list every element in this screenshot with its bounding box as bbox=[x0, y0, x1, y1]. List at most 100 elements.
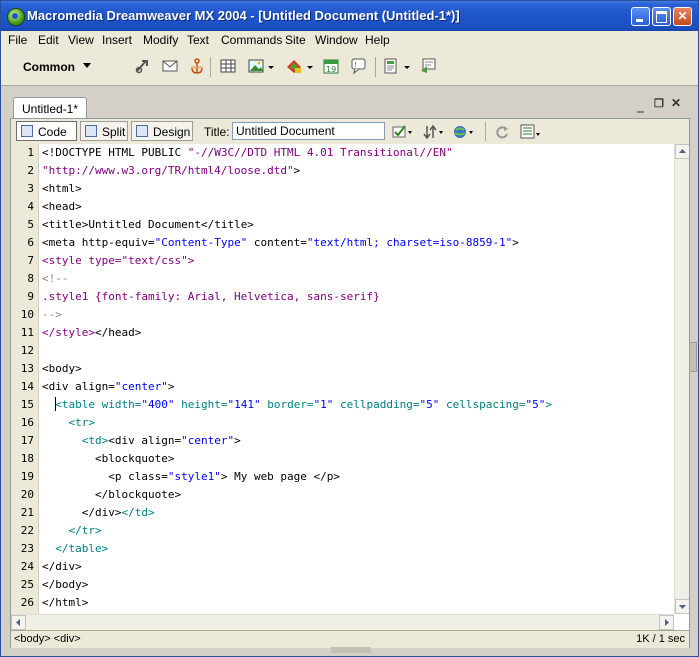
code-line[interactable]: <!-- bbox=[42, 272, 69, 285]
maximize-icon bbox=[656, 11, 667, 23]
dreamweaver-logo-icon bbox=[7, 8, 25, 26]
split-view-button[interactable]: Split bbox=[80, 121, 128, 141]
code-line[interactable]: <!DOCTYPE HTML PUBLIC "-//W3C//DTD HTML … bbox=[42, 146, 453, 159]
code-line[interactable]: </table> bbox=[42, 542, 108, 555]
code-token: > bbox=[234, 434, 241, 447]
refresh-icon[interactable] bbox=[494, 124, 510, 140]
code-line[interactable]: <style type="text/css"> bbox=[42, 254, 194, 267]
menu-site[interactable]: Site bbox=[285, 33, 306, 47]
scroll-down-button[interactable] bbox=[675, 599, 689, 614]
code-line[interactable]: </div> bbox=[42, 560, 82, 573]
code-line[interactable]: <td><div align="center"> bbox=[42, 434, 241, 447]
code-line[interactable]: <head> bbox=[42, 200, 82, 213]
code-token: <div align= bbox=[42, 380, 115, 393]
code-line[interactable]: <meta http-equiv="Content-Type" content=… bbox=[42, 236, 519, 249]
code-line[interactable]: </body> bbox=[42, 578, 88, 591]
doc-close-icon[interactable]: ✕ bbox=[671, 96, 681, 110]
hyperlink-icon[interactable] bbox=[134, 57, 152, 75]
code-token: "http://www.w3.org/TR/html4/loose.dtd" bbox=[42, 164, 294, 177]
code-line[interactable]: "http://www.w3.org/TR/html4/loose.dtd"> bbox=[42, 164, 300, 177]
code-line[interactable]: <html> bbox=[42, 182, 82, 195]
code-token: > bbox=[545, 398, 552, 411]
menu-commands[interactable]: Commands bbox=[221, 33, 282, 47]
minimize-button[interactable] bbox=[631, 7, 650, 26]
close-button[interactable]: ✕ bbox=[673, 7, 692, 26]
code-token: </div> bbox=[42, 506, 122, 519]
line-number: 11 bbox=[20, 326, 34, 339]
chevron-down-icon[interactable] bbox=[403, 57, 411, 75]
code-line[interactable]: </html> bbox=[42, 596, 88, 609]
code-token: > bbox=[187, 254, 195, 267]
code-view-button[interactable]: Code bbox=[16, 121, 77, 141]
design-view-button[interactable]: Design bbox=[131, 121, 193, 141]
code-line[interactable]: <tr> bbox=[42, 416, 95, 429]
menu-help[interactable]: Help bbox=[365, 33, 390, 47]
scroll-left-button[interactable] bbox=[11, 615, 26, 630]
menu-insert[interactable]: Insert bbox=[102, 33, 132, 47]
toolbar-separator bbox=[210, 57, 211, 77]
code-line[interactable]: </tr> bbox=[42, 524, 101, 537]
preview-in-browser-icon[interactable] bbox=[453, 124, 473, 140]
code-line[interactable]: <body> bbox=[42, 362, 82, 375]
menu-text[interactable]: Text bbox=[187, 33, 209, 47]
email-link-icon[interactable] bbox=[161, 57, 179, 75]
split-view-label: Split bbox=[102, 125, 126, 139]
menu-modify[interactable]: Modify bbox=[143, 33, 178, 47]
bottom-panel-grip[interactable] bbox=[331, 647, 371, 653]
panel-splitter-handle[interactable] bbox=[689, 342, 697, 372]
menu-edit[interactable]: Edit bbox=[38, 33, 59, 47]
validate-markup-icon[interactable] bbox=[392, 124, 412, 140]
status-bar: <body> <div> 1K / 1 sec bbox=[11, 630, 689, 648]
title-bar[interactable]: Macromedia Dreamweaver MX 2004 - [Untitl… bbox=[1, 1, 698, 31]
table-icon[interactable] bbox=[219, 57, 237, 75]
document-tab[interactable]: Untitled-1* bbox=[13, 97, 87, 119]
named-anchor-icon[interactable] bbox=[188, 57, 206, 75]
insert-category-dropdown[interactable]: Common bbox=[23, 60, 75, 74]
code-line[interactable]: </blockquote> bbox=[42, 488, 181, 501]
split-view-icon bbox=[85, 125, 97, 137]
horizontal-scrollbar[interactable] bbox=[11, 614, 674, 630]
code-line[interactable]: <title>Untitled Document</title> bbox=[42, 218, 254, 231]
code-line[interactable]: --> bbox=[42, 308, 62, 321]
tag-selector[interactable]: <body> <div> bbox=[14, 633, 81, 645]
doc-minimize-icon[interactable]: ‗ bbox=[637, 99, 644, 113]
line-number: 1 bbox=[27, 146, 34, 159]
line-number: 5 bbox=[27, 218, 34, 231]
menu-window[interactable]: Window bbox=[315, 33, 358, 47]
menu-file[interactable]: File bbox=[8, 33, 27, 47]
code-line[interactable]: .style1 {font-family: Arial, Helvetica, … bbox=[42, 290, 380, 303]
menu-view[interactable]: View bbox=[68, 33, 94, 47]
chevron-down-icon[interactable] bbox=[267, 57, 275, 75]
code-line[interactable]: <div align="center"> bbox=[42, 380, 174, 393]
doc-restore-icon[interactable]: ❐ bbox=[654, 97, 664, 110]
vertical-scrollbar[interactable] bbox=[674, 144, 689, 614]
media-icon[interactable] bbox=[285, 57, 303, 75]
chevron-down-icon[interactable] bbox=[306, 57, 314, 75]
line-number: 8 bbox=[27, 272, 34, 285]
scroll-up-button[interactable] bbox=[675, 144, 689, 159]
chevron-down-icon[interactable] bbox=[83, 63, 91, 68]
comment-icon[interactable]: ! bbox=[350, 57, 368, 75]
code-token: <td> bbox=[42, 434, 109, 447]
code-line[interactable]: <p class="style1"> My web page </p> bbox=[42, 470, 340, 483]
maximize-button[interactable] bbox=[652, 7, 671, 26]
scroll-right-button[interactable] bbox=[659, 615, 674, 630]
document-title-input[interactable] bbox=[232, 122, 385, 140]
code-line[interactable]: </div></td> bbox=[42, 506, 155, 519]
image-icon[interactable] bbox=[247, 57, 265, 75]
code-token: <blockquote> bbox=[42, 452, 175, 465]
code-token: "text/css" bbox=[121, 254, 188, 267]
code-line[interactable]: <table width="400" height="141" border="… bbox=[42, 398, 552, 411]
tag-chooser-icon[interactable] bbox=[419, 57, 437, 75]
file-management-icon[interactable] bbox=[423, 124, 443, 140]
code-line[interactable]: </style></head> bbox=[42, 326, 141, 339]
line-number: 4 bbox=[27, 200, 34, 213]
code-line[interactable]: <blockquote> bbox=[42, 452, 174, 465]
code-token: <meta http-equiv= bbox=[42, 236, 155, 249]
document-frame: Code Split Design Title: Untitled Docume… bbox=[10, 118, 690, 648]
templates-icon[interactable] bbox=[382, 57, 400, 75]
code-view[interactable]: 1 2 3 4 5 6 7 8 9 10 11 12 13 14 15 16 17 18 19 20 21 22 23 24 2… bbox=[11, 144, 689, 630]
code-token: --> bbox=[42, 308, 62, 321]
view-options-icon[interactable] bbox=[520, 124, 540, 140]
date-icon[interactable]: 19 bbox=[322, 57, 340, 75]
